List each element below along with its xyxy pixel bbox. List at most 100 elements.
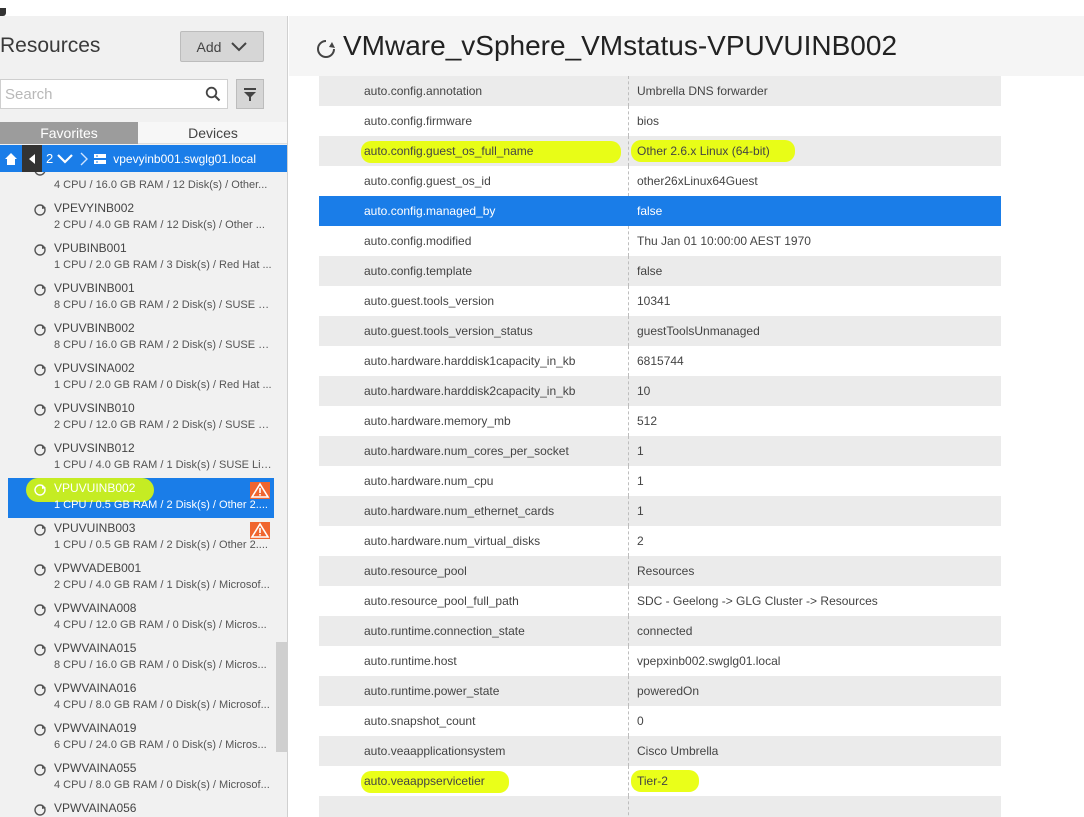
property-row[interactable]: auto.hardware.harddisk1capacity_in_kb 681… [319,346,1001,376]
device-name: VPUVSINB010 [54,401,135,415]
home-icon[interactable] [0,145,22,172]
device-status-icon [33,803,47,817]
tab-devices[interactable]: Devices [138,122,287,144]
device-item[interactable]: VPWVAINA015 8 CPU / 16.0 GB RAM / 0 Disk(… [0,638,287,678]
property-value: 6815744 [637,354,684,368]
column-divider [628,166,629,196]
property-row[interactable]: auto.runtime.connection_state connected [319,616,1001,646]
property-row[interactable]: auto.config.annotation Umbrella DNS forwa… [319,76,1001,106]
property-row[interactable]: auto.hardware.harddisk2capacity_in_kb 10 [319,376,1001,406]
column-divider [628,736,629,766]
property-row[interactable]: auto.runtime.power_state poweredOn [319,676,1001,706]
property-value: 10341 [637,294,671,308]
column-divider [628,646,629,676]
property-value: 1 [637,474,644,488]
device-item[interactable]: VPUVUINB003 1 CPU / 0.5 GB RAM / 2 Disk(s… [0,518,287,558]
group-level-count: 2 [46,151,54,166]
column-divider [628,376,629,406]
device-item[interactable]: VPWVAINA008 4 CPU / 12.0 GB RAM / 0 Disk(… [0,598,287,638]
column-divider [628,706,629,736]
device-name: VPWVADEB001 [54,561,142,575]
column-divider [628,436,629,466]
device-item[interactable]: VPUVSINB010 2 CPU / 12.0 GB RAM / 2 Disk(… [0,398,287,438]
device-item[interactable]: VPUVSINA002 1 CPU / 2.0 GB RAM / 0 Disk(s… [0,358,287,398]
title-bar: VMware_vSphere_VMstatus-VPUVUINB002 [289,16,1084,76]
top-strip [0,0,1084,16]
chevron-down-icon[interactable] [53,145,77,172]
column-divider [628,586,629,616]
property-row[interactable]: auto.snapshot_count 0 [319,706,1001,736]
device-item[interactable]: VPEVYINB002 2 CPU / 4.0 GB RAM / 12 Disk(… [0,198,287,238]
property-row[interactable]: auto.hardware.num_cores_per_socket 1 [319,436,1001,466]
current-host-label[interactable]: vpevyinb001.swglg01.local [113,152,256,166]
property-value: 512 [637,414,658,428]
search-icon[interactable] [199,86,227,102]
panel-title: Resources [0,34,101,57]
device-item[interactable]: VPUVUINB002 1 CPU / 0.5 GB RAM / 2 Disk(s… [8,478,274,518]
device-status-icon [317,39,336,58]
property-value: false [637,264,663,278]
property-row[interactable]: auto.resource_pool_full_path SDC - Geelon… [319,586,1001,616]
property-row[interactable]: auto.config.template false [319,256,1001,286]
property-row[interactable]: auto.guest.tools_version_status guestTool… [319,316,1001,346]
property-row[interactable]: auto.runtime.host vpepxinb002.swglg01.loc… [319,646,1001,676]
property-row[interactable]: auto.resource_pool Resources [319,556,1001,586]
property-row[interactable]: auto.config.guest_os_full_name Other 2.6.… [319,136,1001,166]
resources-panel: Resources Add Favorites Devices 2 [0,16,288,817]
property-row[interactable]: auto.config.managed_by false [319,196,1001,226]
device-name: VPUVBINB001 [54,281,135,295]
device-item[interactable]: VPWVAINA056 [0,798,287,817]
property-row[interactable]: auto.veaapplicationsystem Cisco Umbrella [319,736,1001,766]
column-divider [628,496,629,526]
column-divider [628,796,629,817]
property-row[interactable]: auto.hardware.memory_mb 512 [319,406,1001,436]
property-row[interactable]: auto.veaappservicetier Tier-2 [319,766,1001,796]
warning-icon[interactable] [250,522,270,539]
property-row[interactable]: auto.guest.tools_version 10341 [319,286,1001,316]
device-item[interactable]: VPWVAINA055 4 CPU / 8.0 GB RAM / 0 Disk(s… [0,758,287,798]
device-item[interactable]: VPUVSINB012 1 CPU / 4.0 GB RAM / 1 Disk(s… [0,438,287,478]
device-item[interactable]: VPWVADEB001 2 CPU / 4.0 GB RAM / 1 Disk(s… [0,558,287,598]
scrollbar-thumb[interactable] [276,642,287,752]
property-key: auto.config.modified [364,234,472,248]
column-divider [628,76,629,106]
device-status-icon [33,172,47,177]
property-row[interactable]: auto.config.firmware bios [319,106,1001,136]
column-divider [628,256,629,286]
property-row[interactable]: auto.config.guest_os_id other26xLinux64Gu… [319,166,1001,196]
properties-table: auto.config.annotation Umbrella DNS forwa… [319,76,1001,817]
column-divider [628,766,629,796]
property-row[interactable]: auto.hardware.num_cpu 1 [319,466,1001,496]
property-row[interactable]: auto.hardware.num_ethernet_cards 1 [319,496,1001,526]
add-button[interactable]: Add [180,31,264,62]
device-item[interactable]: VPWVAINA019 6 CPU / 24.0 GB RAM / 0 Disk(… [0,718,287,758]
device-item[interactable]: VPEVYINB001 4 CPU / 16.0 GB RAM / 12 Disk… [0,172,287,198]
property-value: Resources [637,564,695,578]
filter-button[interactable] [236,79,264,109]
device-description: 2 CPU / 4.0 GB RAM / 1 Disk(s) / Microso… [54,579,270,591]
property-key: auto.config.firmware [364,114,473,128]
tab-favorites[interactable]: Favorites [0,122,138,144]
property-row[interactable] [319,796,1001,817]
search-input[interactable] [1,85,199,103]
device-name: VPWVAINA015 [54,641,137,655]
property-key: auto.hardware.harddisk1capacity_in_kb [364,354,576,368]
device-item[interactable]: VPUVBINB002 8 CPU / 16.0 GB RAM / 2 Disk(… [0,318,287,358]
device-description: 8 CPU / 16.0 GB RAM / 2 Disk(s) / SUSE L… [54,339,272,351]
resource-tabs: Favorites Devices [0,122,287,144]
back-icon[interactable] [22,145,42,172]
device-item[interactable]: VPUBINB001 1 CPU / 2.0 GB RAM / 3 Disk(s)… [0,238,287,278]
warning-icon[interactable] [250,482,270,499]
property-row[interactable]: auto.hardware.num_virtual_disks 2 [319,526,1001,556]
device-status-icon [33,723,47,737]
device-status-icon [33,363,47,377]
property-key: auto.runtime.power_state [364,684,500,698]
device-item[interactable]: VPWVAINA016 4 CPU / 8.0 GB RAM / 0 Disk(s… [0,678,287,718]
property-value: 1 [637,444,644,458]
page-title: VMware_vSphere_VMstatus-VPUVUINB002 [343,30,898,61]
property-row[interactable]: auto.config.modified Thu Jan 01 10:00:00 … [319,226,1001,256]
device-item[interactable]: VPUVBINB001 8 CPU / 16.0 GB RAM / 2 Disk(… [0,278,287,318]
property-key: auto.runtime.connection_state [364,624,525,638]
main-panel: VMware_vSphere_VMstatus-VPUVUINB002 auto… [289,16,1084,817]
device-name: VPWVAINA055 [54,761,137,775]
